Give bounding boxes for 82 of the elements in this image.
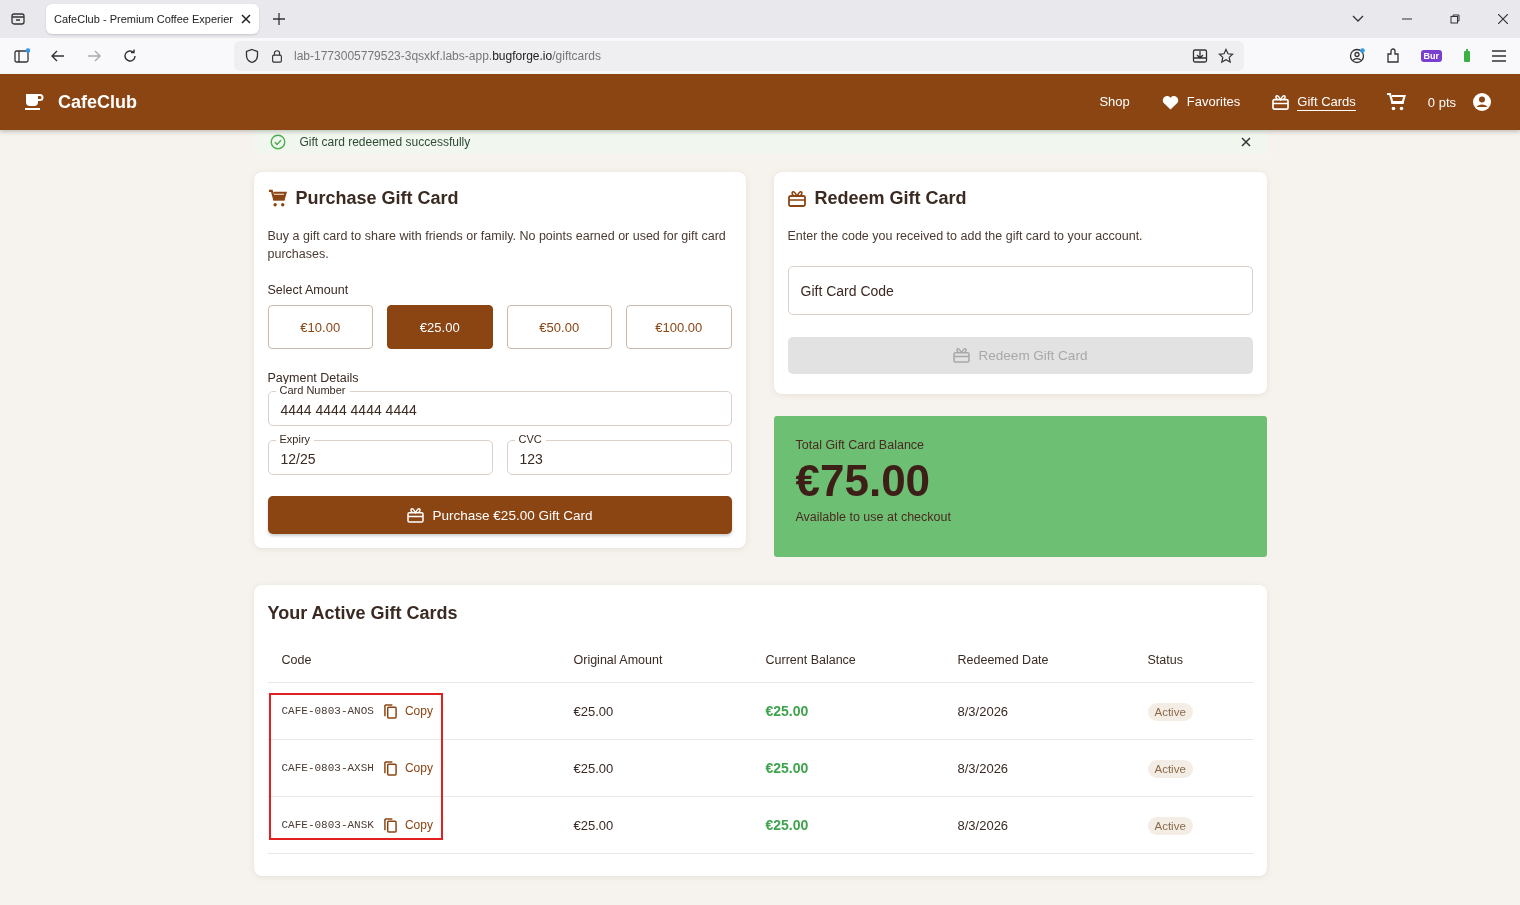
gift-icon [406, 507, 424, 523]
table-cell-text: €25.00 [573, 760, 615, 776]
gift-icon [787, 190, 806, 207]
column-header: Original Amount [573, 653, 664, 667]
purchase-button[interactable]: Purchase €25.00 Gift Card [267, 496, 732, 534]
amount-option[interactable]: €100.00 [626, 305, 732, 349]
new-tab-icon[interactable] [272, 13, 285, 25]
card-title: Purchase Gift Card [295, 188, 459, 209]
table-cell-text: 8/3/2026 [957, 703, 1010, 719]
card-title: Your Active Gift Cards [267, 603, 459, 624]
heart-icon [1161, 94, 1179, 110]
gift-icon [952, 348, 970, 363]
download-icon[interactable] [1192, 48, 1208, 64]
table-cell-text: €25.00 [573, 817, 615, 833]
card-description: Enter the code you received to add the gift card to your account. [787, 228, 1144, 245]
field-label: Card Number [275, 384, 350, 397]
table-cell-text: €25.00 [765, 760, 810, 776]
extension-badge[interactable]: Bur [1420, 50, 1442, 62]
column-header: Current Balance [765, 653, 857, 667]
gift-card-code: CAFE-0803-AXSH [281, 762, 374, 774]
gift-card-code: CAFE-0803-ANOS [281, 705, 374, 717]
cart-icon [267, 189, 287, 208]
copy-button[interactable]: Copy [383, 760, 433, 776]
balance-amount: €75.00 [795, 456, 932, 506]
table-cell-text: €25.00 [765, 817, 810, 833]
close-icon[interactable] [1240, 137, 1251, 147]
lock-icon [270, 49, 284, 63]
column-header: Redeemed Date [957, 653, 1050, 667]
table-cell-text: 8/3/2026 [957, 817, 1010, 833]
gift-card-code: CAFE-0803-ANSK [281, 819, 374, 831]
close-icon[interactable] [240, 14, 251, 24]
table-cell-text: €25.00 [765, 703, 810, 719]
amount-option[interactable]: €50.00 [506, 305, 612, 349]
menu-icon[interactable] [1492, 50, 1506, 62]
extensions-icon[interactable] [1384, 48, 1401, 64]
table-cell-text: 8/3/2026 [957, 760, 1010, 776]
points-balance: 0 pts [1427, 94, 1456, 110]
balance-label: Total Gift Card Balance [795, 438, 926, 452]
close-icon[interactable] [1498, 14, 1508, 24]
status-badge: Active [1147, 702, 1193, 721]
nav-link[interactable]: Favorites [1161, 93, 1241, 111]
card-title: Redeem Gift Card [814, 188, 967, 209]
copy-icon [383, 760, 397, 776]
avatar-icon[interactable] [1472, 92, 1492, 112]
copy-icon [383, 703, 397, 719]
toast-message: Gift card redeemed successfully [299, 135, 471, 149]
browser-tab[interactable]: CafeClub - Premium Coffee Experier [46, 4, 259, 34]
sidebar-icon[interactable] [14, 48, 30, 64]
tab-list-icon[interactable] [10, 11, 26, 27]
chevron-down-icon[interactable] [1352, 15, 1364, 23]
field-label: CVC [514, 433, 546, 446]
account-icon[interactable] [1348, 48, 1365, 64]
cart-icon[interactable] [1385, 92, 1406, 112]
status-badge: Active [1147, 759, 1193, 778]
coffee-cup-icon [24, 92, 44, 112]
star-icon[interactable] [1218, 48, 1234, 64]
restore-icon[interactable] [1450, 14, 1460, 24]
copy-icon [383, 817, 397, 833]
battery-icon[interactable] [1462, 48, 1472, 64]
balance-note: Available to use at checkout [795, 510, 952, 524]
column-header: Code [281, 653, 313, 667]
back-icon[interactable] [50, 48, 66, 64]
field-label: Expiry [275, 433, 315, 446]
brand-name[interactable]: CafeClub [58, 91, 137, 113]
address-bar[interactable]: lab-1773005779523-3qsxkf.labs-app.bugforge.io/giftcards [234, 41, 1244, 71]
status-badge: Active [1147, 816, 1193, 835]
section-label: Payment Details [267, 371, 360, 385]
column-header: Status [1147, 653, 1184, 667]
shield-icon[interactable] [244, 48, 260, 64]
nav-link[interactable]: Gift Cards [1272, 93, 1356, 111]
check-circle-icon [269, 134, 286, 150]
nav-link[interactable]: Shop [1099, 93, 1130, 111]
card-description: Buy a gift card to share with friends or family. No points earned or used for gift card purchases. [267, 228, 727, 263]
amount-option[interactable]: €10.00 [267, 305, 373, 349]
url-text: lab-1773005779523-3qsxkf.labs-app.bugforge.io/giftcards [294, 49, 601, 63]
copy-button[interactable]: Copy [383, 703, 433, 719]
reload-icon[interactable] [122, 48, 138, 64]
copy-button[interactable]: Copy [383, 817, 433, 833]
gift-icon [1272, 94, 1290, 110]
section-label: Select Amount [267, 283, 350, 297]
amount-option[interactable]: €25.00 [387, 305, 493, 349]
table-cell-text: €25.00 [573, 703, 615, 719]
